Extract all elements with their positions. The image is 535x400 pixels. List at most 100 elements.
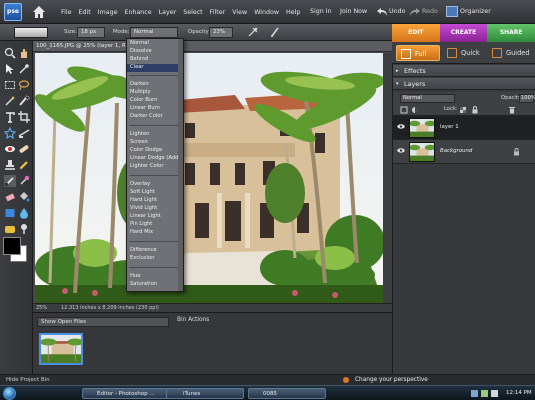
menu-view[interactable]: View	[232, 9, 247, 16]
magic-wand-tool-icon[interactable]	[4, 95, 16, 107]
lock-all-icon[interactable]	[471, 106, 479, 114]
blend-mode-option[interactable]: Linear Light	[127, 213, 183, 221]
foreground-color-swatch[interactable]	[3, 237, 21, 255]
zoom-tool-icon[interactable]	[4, 47, 16, 59]
layer-row-layer-1[interactable]: layer 1	[393, 116, 535, 140]
dropdown-scrollbar[interactable]	[178, 39, 183, 291]
healing-brush-tool-icon[interactable]	[18, 143, 30, 155]
sponge-tool-icon[interactable]	[4, 223, 16, 235]
blend-mode-option[interactable]: Soft Light	[127, 189, 183, 197]
airbrush-icon[interactable]	[248, 27, 258, 37]
delete-layer-icon[interactable]	[508, 106, 516, 114]
layer-blend-mode-select[interactable]: Normal	[400, 94, 455, 103]
layer-name[interactable]: Background	[440, 148, 472, 154]
blend-mode-option[interactable]: Behind	[127, 56, 183, 64]
layer-opacity-field[interactable]: 100%	[519, 94, 535, 103]
straighten-tool-icon[interactable]	[18, 127, 30, 139]
blend-mode-option[interactable]: Darker Color	[127, 113, 183, 121]
shape-tool-icon[interactable]	[4, 207, 16, 219]
opacity-field[interactable]: 23%	[209, 27, 233, 38]
brush-preset-picker[interactable]	[14, 27, 48, 38]
pencil-tool-icon[interactable]	[18, 159, 30, 171]
hand-tool-icon[interactable]	[18, 47, 30, 59]
crop-tool-icon[interactable]	[18, 111, 30, 123]
document-title[interactable]: 100_1165.JPG @ 25% (layer 1, RGB/8)	[33, 41, 392, 52]
quick-fix-button[interactable]: Quick	[443, 45, 487, 61]
hint-text[interactable]: Change your perspective	[355, 377, 428, 383]
blend-mode-option-selected[interactable]: Clear	[127, 64, 183, 72]
paint-bucket-tool-icon[interactable]	[18, 191, 30, 203]
smart-brush-tool-icon[interactable]	[18, 175, 30, 187]
tab-share[interactable]: SHARE	[487, 24, 535, 42]
new-adjustment-layer-icon[interactable]	[411, 106, 419, 114]
blend-mode-option[interactable]: Overlay	[127, 181, 183, 189]
layer-row-background[interactable]: Background	[393, 140, 535, 164]
blend-mode-option[interactable]: Color Burn	[127, 97, 183, 105]
tab-create[interactable]: CREATE	[439, 24, 488, 42]
red-eye-tool-icon[interactable]	[4, 143, 16, 155]
system-tray-icons[interactable]	[470, 389, 500, 398]
menu-image[interactable]: Image	[98, 9, 118, 16]
blend-mode-option[interactable]: Hue	[127, 273, 183, 281]
eye-icon[interactable]	[397, 124, 405, 129]
eraser-tool-icon[interactable]	[4, 191, 16, 203]
marquee-tool-icon[interactable]	[4, 79, 16, 91]
dodge-tool-icon[interactable]	[18, 223, 30, 235]
sign-in-link[interactable]: Sign In	[310, 0, 332, 24]
show-open-files-select[interactable]: Show Open Files	[37, 317, 169, 327]
full-edit-button[interactable]: Full	[396, 45, 440, 61]
taskbar-folder-0085[interactable]: 0085	[248, 388, 326, 399]
blend-mode-option[interactable]: Pin Light	[127, 221, 183, 229]
blend-mode-option[interactable]: Hard Light	[127, 197, 183, 205]
menu-help[interactable]: Help	[286, 9, 300, 16]
blend-mode-option[interactable]: Difference	[127, 247, 183, 255]
blend-mode-option[interactable]: Dissolve	[127, 48, 183, 56]
canvas-image[interactable]	[35, 53, 383, 303]
open-file-thumbnail[interactable]	[39, 333, 83, 365]
layers-panel-header[interactable]: ▾ Layers	[393, 78, 535, 90]
menu-select[interactable]: Select	[183, 9, 202, 16]
undo-button[interactable]: Undo	[389, 0, 405, 24]
bin-actions-menu[interactable]: Bin Actions	[177, 317, 209, 323]
menu-file[interactable]: File	[61, 9, 72, 16]
move-tool-icon[interactable]	[4, 63, 16, 75]
blend-mode-option[interactable]: Exclusion	[127, 255, 183, 263]
blend-mode-option[interactable]: Saturation	[127, 281, 183, 289]
type-tool-icon[interactable]	[4, 111, 16, 123]
blend-mode-option[interactable]: Color Dodge	[127, 147, 183, 155]
tablet-options-icon[interactable]	[270, 27, 280, 37]
blend-mode-option[interactable]: Lighten	[127, 131, 183, 139]
eyedropper-tool-icon[interactable]	[18, 63, 30, 75]
quick-selection-tool-icon[interactable]	[18, 95, 30, 107]
blend-mode-option[interactable]: Vivid Light	[127, 205, 183, 213]
organizer-icon[interactable]	[446, 6, 458, 17]
menu-layer[interactable]: Layer	[159, 9, 177, 16]
size-field[interactable]: 18 px	[77, 27, 105, 38]
vertical-scrollbar[interactable]	[383, 53, 392, 303]
blend-mode-option[interactable]: Darken	[127, 81, 183, 89]
cookie-cutter-tool-icon[interactable]	[4, 127, 16, 139]
hide-project-bin-link[interactable]: Hide Project Bin	[6, 377, 50, 383]
menu-enhance[interactable]: Enhance	[124, 9, 151, 16]
menu-edit[interactable]: Edit	[79, 9, 91, 16]
home-icon[interactable]	[32, 5, 46, 19]
system-clock[interactable]: 12:14 PM	[506, 386, 532, 400]
menu-filter[interactable]: Filter	[210, 9, 226, 16]
join-now-link[interactable]: Join Now	[340, 0, 367, 24]
effects-panel-header[interactable]: ▸ Effects	[393, 65, 535, 77]
organizer-button[interactable]: Organizer	[460, 0, 491, 24]
blend-mode-option[interactable]: Lighter Color	[127, 163, 183, 171]
zoom-level[interactable]: 25%	[36, 304, 47, 312]
blend-mode-option[interactable]: Multiply	[127, 89, 183, 97]
blend-mode-option[interactable]: Linear Burn	[127, 105, 183, 113]
clone-stamp-tool-icon[interactable]	[4, 159, 16, 171]
tab-edit[interactable]: EDIT	[392, 24, 440, 42]
lasso-tool-icon[interactable]	[18, 79, 30, 91]
new-layer-icon[interactable]	[400, 106, 408, 114]
undo-icon[interactable]	[377, 8, 387, 16]
menu-window[interactable]: Window	[254, 9, 279, 16]
taskbar-photoshop[interactable]: Editor - Photoshop ...	[82, 388, 172, 399]
eye-icon[interactable]	[397, 148, 405, 153]
blend-mode-option[interactable]: Normal	[127, 40, 183, 48]
blend-mode-option[interactable]: Linear Dodge (Add)	[127, 155, 183, 163]
